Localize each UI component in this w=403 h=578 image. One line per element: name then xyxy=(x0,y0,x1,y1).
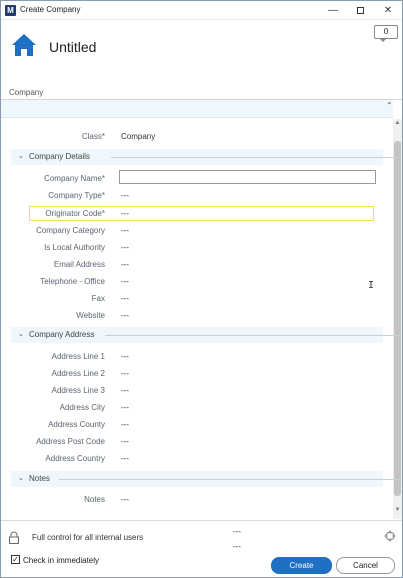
cancel-button[interactable]: Cancel xyxy=(336,557,395,574)
class-label: Class* xyxy=(81,132,105,141)
fax-value[interactable]: --- xyxy=(121,294,129,303)
originator-code-value[interactable]: --- xyxy=(121,209,129,218)
refresh-icon[interactable] xyxy=(384,530,396,542)
website-label: Website xyxy=(76,311,105,320)
address-line-2-label: Address Line 2 xyxy=(51,369,105,378)
footer-value-2: --- xyxy=(233,542,241,551)
scroll-up-icon[interactable]: ▲ xyxy=(393,120,402,130)
section-divider xyxy=(105,335,401,336)
section-company-details[interactable]: ⌄ Company Details xyxy=(11,149,401,165)
telephone-office-label: Telephone - Office xyxy=(40,277,105,286)
home-icon xyxy=(12,34,36,56)
company-type-label: Company Type* xyxy=(48,191,105,200)
address-line-3-label: Address Line 3 xyxy=(51,386,105,395)
top-section-label: Company xyxy=(9,88,44,97)
create-company-window: M Create Company — ✕ Untitled 0 Company … xyxy=(0,0,403,578)
scroll-down-icon[interactable]: ▼ xyxy=(393,507,402,517)
section-divider xyxy=(111,157,401,158)
section-title: Company Details xyxy=(29,152,90,161)
check-in-label[interactable]: Check in immediately xyxy=(23,556,99,565)
chevron-down-icon[interactable]: ⌄ xyxy=(18,474,24,482)
maximize-icon xyxy=(356,6,364,14)
footer-divider xyxy=(1,520,402,521)
check-in-checkbox[interactable]: ✓ xyxy=(11,555,20,564)
chevron-down-icon[interactable]: ⌄ xyxy=(18,330,24,338)
is-local-authority-value[interactable]: --- xyxy=(121,243,129,252)
permissions-text[interactable]: Full control for all internal users xyxy=(32,533,143,542)
email-address-value[interactable]: --- xyxy=(121,260,129,269)
section-company-address[interactable]: ⌄ Company Address xyxy=(11,327,401,343)
address-city-label: Address City xyxy=(59,403,105,412)
address-city-value[interactable]: --- xyxy=(121,403,129,412)
title-bar: M Create Company — ✕ xyxy=(1,1,402,20)
address-line-1-value[interactable]: --- xyxy=(121,352,129,361)
company-category-label: Company Category xyxy=(36,226,105,235)
notes-label: Notes xyxy=(84,495,105,504)
address-post-code-label: Address Post Code xyxy=(36,437,105,446)
document-title[interactable]: Untitled xyxy=(49,39,96,55)
text-cursor-icon: I xyxy=(368,280,375,291)
company-category-value[interactable]: --- xyxy=(121,226,129,235)
email-address-label: Email Address xyxy=(53,260,105,269)
section-title: Company Address xyxy=(29,330,95,339)
address-line-1-label: Address Line 1 xyxy=(51,352,105,361)
minimize-button[interactable]: — xyxy=(320,2,346,19)
address-post-code-value[interactable]: --- xyxy=(121,437,129,446)
comment-bubble-tail-icon xyxy=(379,38,387,42)
scrollbar-thumb[interactable] xyxy=(394,141,401,496)
company-type-value[interactable]: --- xyxy=(121,191,129,200)
address-county-label: Address County xyxy=(48,420,105,429)
comments-button[interactable]: 0 xyxy=(374,25,398,39)
footer-value-1: --- xyxy=(233,527,241,536)
window-title: Create Company xyxy=(20,5,81,14)
section-title: Notes xyxy=(29,474,50,483)
section-notes[interactable]: ⌄ Notes xyxy=(11,471,401,487)
is-local-authority-label: Is Local Authority xyxy=(44,243,105,252)
class-value[interactable]: Company xyxy=(121,132,155,141)
telephone-office-value[interactable]: --- xyxy=(121,277,129,286)
fax-label: Fax xyxy=(91,294,105,303)
address-line-2-value[interactable]: --- xyxy=(121,369,129,378)
maximize-button[interactable] xyxy=(347,2,373,19)
website-value[interactable]: --- xyxy=(121,311,129,320)
notes-value[interactable]: --- xyxy=(121,495,129,504)
address-country-value[interactable]: --- xyxy=(121,454,129,463)
address-county-value[interactable]: --- xyxy=(121,420,129,429)
address-country-label: Address Country xyxy=(45,454,105,463)
chevron-down-icon[interactable]: ⌄ xyxy=(18,152,24,160)
collapse-metadata-bar[interactable] xyxy=(1,100,393,118)
chevron-up-icon[interactable]: ⌃ xyxy=(386,101,393,110)
close-button[interactable]: ✕ xyxy=(375,2,401,19)
create-button[interactable]: Create xyxy=(271,557,332,574)
address-line-3-value[interactable]: --- xyxy=(121,386,129,395)
company-name-input[interactable] xyxy=(119,170,376,184)
lock-icon[interactable] xyxy=(8,531,20,544)
app-logo-icon: M xyxy=(5,5,16,16)
company-name-label: Company Name* xyxy=(44,174,105,183)
originator-code-label: Originator Code* xyxy=(45,209,105,218)
section-divider xyxy=(59,479,401,480)
